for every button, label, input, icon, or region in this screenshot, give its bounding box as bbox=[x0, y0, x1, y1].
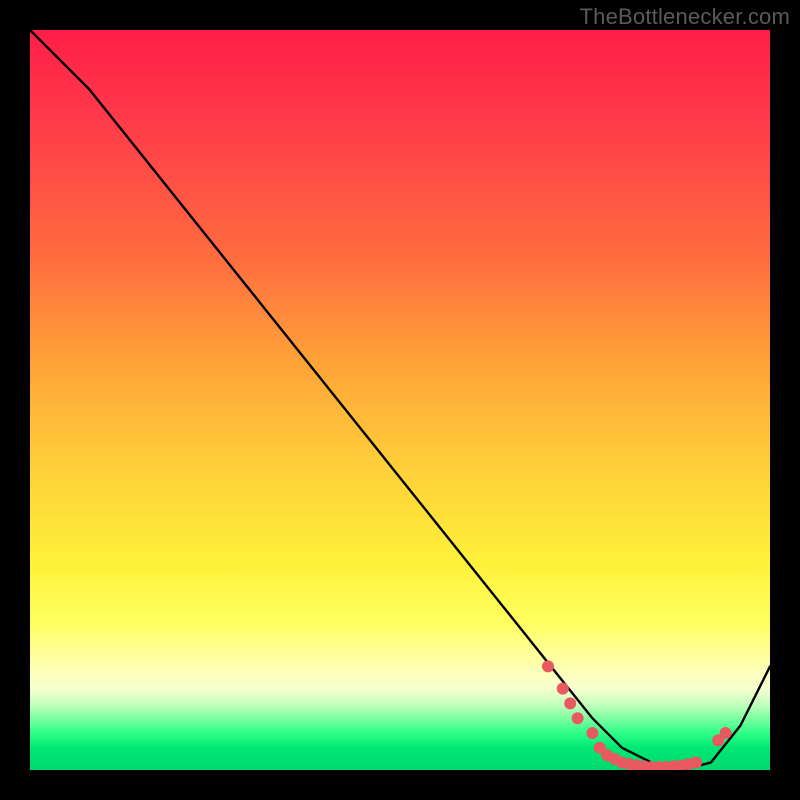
data-marker bbox=[690, 757, 702, 769]
data-marker bbox=[542, 660, 554, 672]
data-marker bbox=[557, 683, 569, 695]
data-marker bbox=[572, 712, 584, 724]
marker-group bbox=[542, 660, 732, 770]
chart-frame: TheBottlenecker.com bbox=[0, 0, 800, 800]
bottleneck-curve-path bbox=[30, 30, 770, 770]
data-marker bbox=[720, 727, 732, 739]
curve-layer bbox=[30, 30, 770, 770]
data-marker bbox=[564, 697, 576, 709]
data-marker bbox=[586, 727, 598, 739]
watermark-text: TheBottlenecker.com bbox=[580, 4, 790, 30]
